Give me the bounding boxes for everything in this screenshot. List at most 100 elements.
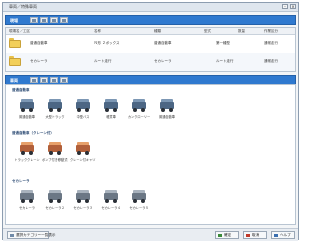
- row-cell: 通常走行: [264, 41, 278, 45]
- vehicle-icon: [20, 98, 34, 112]
- vehicle-item[interactable]: セカレーラ３: [70, 189, 96, 213]
- dialog-window: 車両／特殊車両 - × 現場 現場名／工区 名称 種類 型式 数量 作業区分 普…: [2, 2, 299, 241]
- folder-icon: [9, 56, 21, 66]
- vehicle-icon: [20, 189, 34, 203]
- vehicle-label: セカレーラ２: [45, 206, 65, 210]
- vehicle-label: セカレーラ５: [129, 206, 149, 210]
- vehicle-icon: [104, 189, 118, 203]
- vehicle-item[interactable]: 中型バス: [70, 98, 96, 122]
- vehicle-label: セカレーラ４: [101, 206, 121, 210]
- crane-truck-icon: [48, 141, 62, 155]
- list-icon: [32, 18, 36, 22]
- group-title: 普通自動車: [12, 88, 30, 92]
- vehicle-item[interactable]: クレーン付キャリア: [70, 141, 96, 165]
- vehicle-icon: [48, 189, 62, 203]
- vehicle-catalog-panel: 普通自動車 普通自動車 大型トラック 中型バス 軽貨車 カンクローリー 普通自動…: [5, 84, 296, 225]
- check-icon: [218, 234, 222, 237]
- detail-icon: [52, 78, 56, 82]
- row-cell: 第一種型: [216, 41, 230, 45]
- column-header[interactable]: 現場名／工区: [9, 29, 30, 34]
- show-category-list-button[interactable]: 選択カテゴリー一覧表示: [7, 231, 56, 239]
- view-toggle-button-2[interactable]: [40, 17, 48, 23]
- column-header[interactable]: 型式: [204, 29, 211, 34]
- row-cell: セカレーラ: [30, 59, 48, 63]
- column-header[interactable]: 数量: [238, 29, 245, 34]
- vehicle-item[interactable]: 軽貨車: [98, 98, 124, 122]
- vehicle-item[interactable]: 普通自動車: [154, 98, 180, 122]
- tile-icon: [62, 18, 66, 22]
- vehicle-icon: [132, 189, 146, 203]
- vehicle-item[interactable]: セカレーラ５: [126, 189, 152, 213]
- vehicle-item[interactable]: 大型トラック: [42, 98, 68, 122]
- group-title: 普通自動車（クレーン付）: [12, 131, 54, 135]
- footer-bar: 選択カテゴリー一覧表示 確定 取消 ヘルプ: [3, 228, 298, 241]
- vehicle-label: 普通自動車: [19, 115, 35, 119]
- vehicle-icon: [48, 98, 62, 112]
- cancel-button[interactable]: 取消: [243, 231, 267, 239]
- view-toggle-button-4[interactable]: [60, 17, 68, 23]
- detail-icon: [52, 18, 56, 22]
- column-header[interactable]: 種類: [154, 29, 161, 34]
- group-title: セカレーラ: [12, 179, 30, 183]
- view-toggle-button-1[interactable]: [30, 17, 38, 23]
- folder-icon: [9, 38, 21, 48]
- column-header[interactable]: 作業区分: [264, 29, 278, 34]
- vehicle-item[interactable]: セカレーラ４: [98, 189, 124, 213]
- view-toggle-button-3[interactable]: [50, 17, 58, 23]
- close-button[interactable]: ×: [290, 4, 296, 9]
- vehicle-item[interactable]: カンクローリー: [126, 98, 152, 122]
- vehicle-label: ボンプ付き移動式クレーン: [42, 158, 68, 162]
- crane-truck-icon: [20, 141, 34, 155]
- window-titlebar: 車両／特殊車両 - ×: [3, 3, 298, 12]
- row-cell: 普通自動車: [30, 41, 48, 45]
- upper-section-label: 現場: [10, 18, 18, 23]
- vehicle-item[interactable]: 普通自動車: [14, 98, 40, 122]
- list-row[interactable]: 普通自動車 Ｎ形 ２ボックス 普通自動車 第一種型 通常走行: [6, 35, 295, 53]
- help-icon: [274, 234, 278, 237]
- row-cell: セカレーラ: [154, 59, 172, 63]
- vehicle-item[interactable]: セカレーラ: [14, 189, 40, 213]
- grid-icon: [42, 78, 46, 82]
- window-title: 車両／特殊車両: [9, 4, 37, 9]
- row-cell: 通常走行: [264, 59, 278, 63]
- crane-truck-icon: [76, 141, 90, 155]
- vehicle-item[interactable]: セカレーラ２: [42, 189, 68, 213]
- vehicle-item[interactable]: ボンプ付き移動式クレーン: [42, 141, 68, 165]
- view-toggle-button-7[interactable]: [50, 77, 58, 83]
- help-button[interactable]: ヘルプ: [271, 231, 295, 239]
- vehicle-label: 大型トラック: [45, 115, 65, 119]
- help-label: ヘルプ: [280, 233, 291, 237]
- grid-icon: [42, 18, 46, 22]
- view-toggle-button-6[interactable]: [40, 77, 48, 83]
- vehicle-label: カンクローリー: [127, 115, 151, 119]
- ok-label: 確定: [224, 233, 232, 237]
- vehicle-label: 普通自動車: [159, 115, 175, 119]
- vehicle-item[interactable]: トラッククレーン: [14, 141, 40, 165]
- view-toggle-button-8[interactable]: [60, 77, 68, 83]
- row-cell: ルート走行: [94, 59, 112, 63]
- vehicle-icon: [76, 98, 90, 112]
- vehicle-icon: [132, 98, 146, 112]
- vehicle-icon: [104, 98, 118, 112]
- vehicle-label: セカレーラ: [19, 206, 35, 210]
- vehicle-label: トラッククレーン: [14, 158, 40, 162]
- tile-icon: [62, 78, 66, 82]
- vehicle-icon: [76, 189, 90, 203]
- list-icon: [32, 78, 36, 82]
- upper-section-bar: 現場: [5, 15, 296, 25]
- cancel-icon: [246, 234, 250, 237]
- vehicle-label: クレーン付キャリア: [70, 158, 96, 162]
- list-row[interactable]: セカレーラ ルート走行 セカレーラ ルート走行 通常走行: [6, 53, 295, 71]
- view-toggle-button-5[interactable]: [30, 77, 38, 83]
- vehicle-label: セカレーラ３: [73, 206, 93, 210]
- list-header: 現場名／工区 名称 種類 型式 数量 作業区分: [6, 28, 295, 35]
- minimize-button[interactable]: -: [282, 4, 288, 9]
- ok-button[interactable]: 確定: [215, 231, 239, 239]
- list-icon: [10, 234, 14, 237]
- column-header[interactable]: 名称: [94, 29, 101, 34]
- vehicle-label: 中型バス: [76, 115, 90, 119]
- vehicle-label: 軽貨車: [106, 115, 116, 119]
- site-list-panel: 現場名／工区 名称 種類 型式 数量 作業区分 普通自動車 Ｎ形 ２ボックス 普…: [5, 27, 296, 72]
- row-cell: 普通自動車: [154, 41, 172, 45]
- row-cell: ルート走行: [216, 59, 234, 63]
